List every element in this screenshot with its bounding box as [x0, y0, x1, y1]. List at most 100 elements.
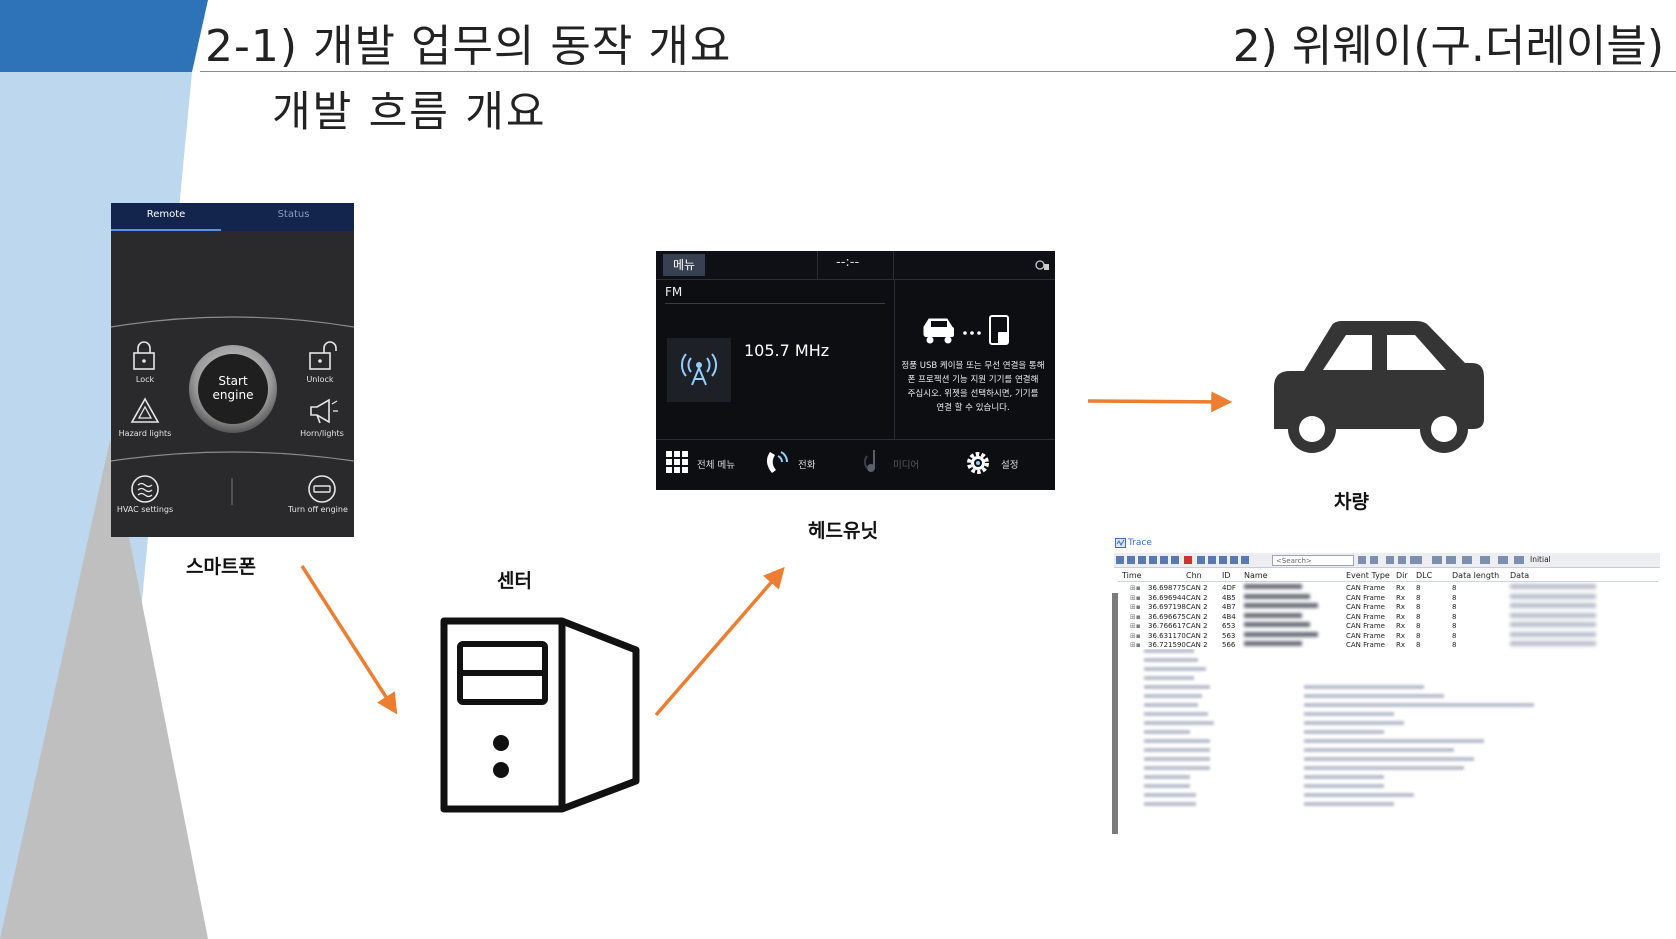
table-cell-time: 36.697198 — [1148, 603, 1186, 611]
table-cell-len: 8 — [1452, 612, 1457, 621]
car-phone-link-icon — [923, 315, 1009, 345]
table-cell-dir: Rx — [1396, 593, 1406, 602]
obscured-signal-name — [1244, 612, 1302, 618]
table-cell-dlc: 8 — [1416, 603, 1421, 611]
phone-label[interactable]: 전화 — [798, 457, 815, 471]
table-cell-event: CAN Frame — [1346, 622, 1385, 630]
headunit-top-divider-2 — [893, 251, 894, 279]
arrow-center-to-headunit — [654, 566, 785, 717]
media-note-icon[interactable] — [863, 448, 887, 476]
table-cell-event: CAN Frame — [1346, 584, 1385, 592]
all-menu-label[interactable]: 전체 메뉴 — [697, 457, 735, 471]
obscured-data-bytes — [1510, 584, 1596, 589]
headunit-screenshot: 메뉴 --:-- FM 105.7 MHz 정품 USB 케이블 또는 무선 연… — [656, 251, 1055, 490]
obscured-data-bytes — [1510, 631, 1596, 637]
table-cell-chn: CAN 2 — [1186, 631, 1208, 640]
vehicle-icon — [1274, 321, 1484, 453]
table-cell-event: CAN Frame — [1346, 612, 1385, 621]
table-cell-id: 4B4 — [1222, 612, 1236, 621]
table-cell-len: 8 — [1452, 631, 1457, 640]
vehicle-caption: 차량 — [1334, 491, 1369, 513]
headunit-band: FM — [665, 285, 683, 299]
server-icon — [440, 617, 640, 813]
obscured-data-bytes — [1510, 593, 1596, 599]
table-cell-chn: CAN 2 — [1186, 612, 1208, 621]
table-cell-id: 563 — [1222, 631, 1236, 640]
table-cell-chn: CAN 2 — [1186, 593, 1208, 602]
connection-status-icon — [1035, 260, 1049, 270]
obscured-data-bytes — [1510, 641, 1596, 646]
table-cell-len: 8 — [1452, 593, 1457, 602]
media-label[interactable]: 미디어 — [893, 457, 919, 471]
table-cell-dlc: 8 — [1416, 593, 1421, 602]
table-cell-time: 36.696675 — [1148, 612, 1186, 621]
row-expand-icon[interactable]: ⊞▪ — [1130, 613, 1141, 621]
phone-handset-icon[interactable] — [764, 448, 790, 476]
row-expand-icon[interactable]: ⊞▪ — [1130, 584, 1141, 592]
headunit-panel-divider — [894, 279, 895, 439]
table-cell-time: 36.698775 — [1148, 584, 1186, 592]
message-line: 정품 USB 케이블 또는 무선 연결을 통해 — [901, 361, 1045, 371]
headunit-band-underline — [665, 303, 885, 304]
table-cell-dlc: 8 — [1416, 631, 1421, 640]
row-expand-icon[interactable]: ⊞▪ — [1130, 622, 1141, 630]
obscured-signal-name — [1244, 584, 1302, 589]
table-cell-dir: Rx — [1396, 603, 1406, 611]
obscured-signal-name — [1244, 603, 1318, 608]
headunit-top-bar: 메뉴 --:-- — [656, 251, 1055, 280]
blurred-signal-list — [1144, 649, 1534, 806]
table-cell-len: 8 — [1452, 603, 1457, 611]
table-cell-id: 4B5 — [1222, 593, 1236, 602]
settings-gear-icon[interactable] — [964, 449, 992, 477]
table-cell-event: CAN Frame — [1346, 641, 1385, 649]
message-line: 폰 프로젝션 기능 지원 기기를 연결해 — [907, 375, 1039, 385]
table-cell-chn: CAN 2 — [1186, 641, 1208, 649]
settings-label[interactable]: 설정 — [1001, 457, 1018, 471]
table-cell-len: 8 — [1452, 584, 1457, 592]
table-cell-chn: CAN 2 — [1186, 584, 1208, 592]
table-cell-id: 566 — [1222, 641, 1236, 649]
table-cell-time: 36.696944 — [1148, 593, 1186, 602]
arrow-phone-to-center — [300, 565, 398, 715]
table-cell-event: CAN Frame — [1346, 593, 1385, 602]
row-expand-icon[interactable]: ⊞▪ — [1130, 603, 1141, 611]
table-cell-dir: Rx — [1396, 631, 1406, 640]
table-cell-event: CAN Frame — [1346, 603, 1385, 611]
all-menu-grid-icon[interactable] — [666, 451, 688, 473]
table-cell-dir: Rx — [1396, 641, 1406, 649]
radio-tile[interactable] — [667, 338, 731, 402]
table-cell-id: 4DF — [1222, 584, 1236, 592]
headunit-top-divider — [817, 251, 818, 279]
headunit-menu-button[interactable]: 메뉴 — [663, 254, 705, 276]
headunit-frequency: 105.7 MHz — [744, 341, 830, 360]
table-cell-dlc: 8 — [1416, 612, 1421, 621]
arrow-headunit-to-vehicle — [1087, 391, 1233, 413]
obscured-data-bytes — [1510, 612, 1596, 618]
obscured-signal-name — [1244, 593, 1310, 599]
row-expand-icon[interactable]: ⊞▪ — [1130, 594, 1141, 602]
table-cell-time: 36.766617 — [1148, 622, 1186, 630]
obscured-data-bytes — [1510, 622, 1596, 627]
headunit-bottom-bar: 전체 메뉴 전화 미디어 설정 — [656, 439, 1055, 490]
headunit-connect-message: 정품 USB 케이블 또는 무선 연결을 통해 폰 프로젝션 기능 지원 기기를… — [896, 359, 1050, 415]
table-cell-dlc: 8 — [1416, 641, 1421, 649]
table-cell-len: 8 — [1452, 641, 1457, 649]
table-cell-chn: CAN 2 — [1186, 603, 1208, 611]
headunit-clock: --:-- — [836, 255, 860, 270]
table-cell-time: 36.631170 — [1148, 631, 1186, 640]
headunit-caption: 헤드유닛 — [808, 520, 878, 542]
table-cell-dlc: 8 — [1416, 622, 1421, 630]
message-line: 주십시오. 위젯을 선택하시면, 기기를 — [907, 389, 1039, 399]
row-expand-icon[interactable]: ⊞▪ — [1130, 641, 1141, 649]
table-cell-event: CAN Frame — [1346, 631, 1385, 640]
row-expand-icon[interactable]: ⊞▪ — [1130, 632, 1141, 640]
table-cell-time: 36.721590 — [1148, 641, 1186, 649]
table-cell-dir: Rx — [1396, 612, 1406, 621]
table-cell-dir: Rx — [1396, 622, 1406, 630]
obscured-signal-name — [1244, 641, 1302, 646]
obscured-data-bytes — [1510, 603, 1596, 608]
table-cell-dlc: 8 — [1416, 584, 1421, 592]
table-cell-len: 8 — [1452, 622, 1457, 630]
radio-antenna-icon — [681, 353, 717, 386]
center-caption: 센터 — [497, 570, 532, 592]
